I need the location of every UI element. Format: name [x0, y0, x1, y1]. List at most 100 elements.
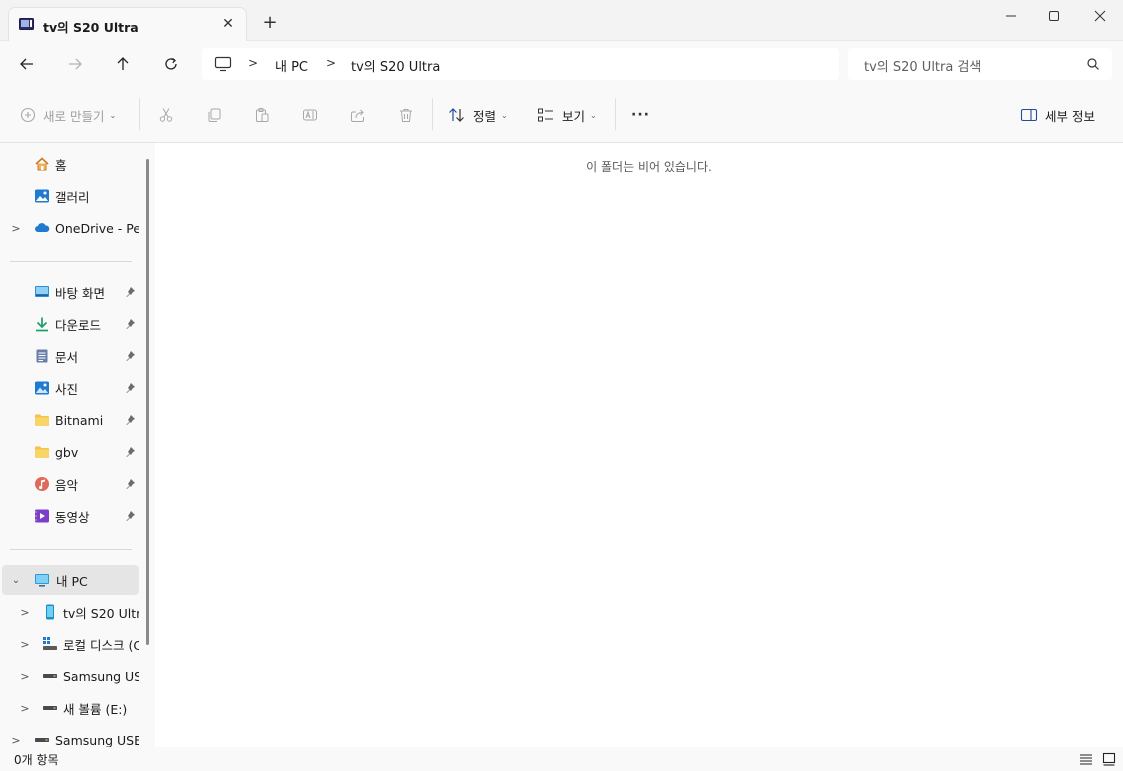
arrow-right-icon: [69, 58, 82, 70]
documents-icon: [34, 348, 50, 364]
sidebar-item-downloads[interactable]: 다운로드: [0, 309, 140, 339]
sidebar-scrollbar[interactable]: [146, 159, 149, 645]
pin-icon[interactable]: [124, 446, 136, 458]
breadcrumb-item[interactable]: tv의 S20 Ultra: [351, 56, 440, 75]
chevron-right-icon[interactable]: >: [20, 670, 30, 683]
drive-icon: [42, 700, 58, 716]
details-pane-label: 세부 정보: [1045, 108, 1095, 124]
pin-icon[interactable]: [124, 478, 136, 490]
pin-icon[interactable]: [124, 510, 136, 522]
item-count: 0개 항목: [14, 753, 59, 767]
sidebar-item-home[interactable]: 홈: [0, 149, 140, 179]
details-view-button[interactable]: [1078, 751, 1094, 767]
pin-icon[interactable]: [124, 318, 136, 330]
search-input[interactable]: tv의 S20 Ultra 검색: [864, 56, 981, 75]
music-icon: [34, 476, 50, 492]
sidebar-item-pictures[interactable]: 사진: [0, 373, 140, 403]
sidebar-item-onedrive[interactable]: > OneDrive - Pers: [0, 213, 140, 243]
sidebar-item-label: 다운로드: [55, 317, 102, 333]
paste-button[interactable]: [251, 104, 273, 126]
more-icon: ···: [631, 107, 650, 123]
sidebar-item-videos[interactable]: 동영상: [0, 501, 140, 531]
rename-button[interactable]: [299, 104, 321, 126]
sidebar-item-phone[interactable]: > tv의 S20 Ultra: [0, 597, 140, 627]
refresh-button[interactable]: [159, 53, 183, 75]
back-button[interactable]: [15, 53, 39, 75]
sidebar-item-samsung-usb[interactable]: > Samsung USB: [0, 661, 140, 691]
details-pane-button[interactable]: 세부 정보: [1020, 103, 1095, 127]
close-window-button[interactable]: [1077, 4, 1123, 28]
arrow-left-icon: [20, 58, 33, 70]
sidebar-item-label: 음악: [55, 477, 79, 493]
share-button[interactable]: [347, 104, 369, 126]
sidebar-item-desktop[interactable]: 바탕 화면: [0, 277, 140, 307]
sidebar-item-label: 사진: [55, 381, 79, 397]
details-pane-icon: [1020, 108, 1038, 122]
sidebar-item-label: Bitnami: [55, 412, 104, 428]
search-icon[interactable]: [1086, 57, 1100, 71]
pin-icon[interactable]: [124, 286, 136, 298]
sidebar-item-this-pc[interactable]: ⌄ 내 PC: [2, 565, 139, 595]
sidebar-divider: [10, 549, 132, 550]
pin-icon[interactable]: [124, 350, 136, 362]
computer-icon: [214, 56, 232, 72]
chevron-right-icon[interactable]: >: [248, 56, 258, 70]
chevron-down-icon: ⌄: [590, 110, 597, 120]
sidebar-item-local-disk[interactable]: > 로컬 디스크 (C: [0, 629, 140, 659]
pictures-icon: [34, 380, 50, 396]
file-list-area[interactable]: 이 폴더는 비어 있습니다.: [155, 143, 1123, 747]
tab-title: tv의 S20 Ultra: [43, 20, 139, 35]
folder-icon: [34, 412, 50, 428]
delete-button[interactable]: [395, 104, 417, 126]
chevron-right-icon[interactable]: >: [20, 638, 30, 651]
folder-icon: [34, 444, 50, 460]
view-button[interactable]: 보기 ⌄: [537, 103, 597, 127]
chevron-right-icon[interactable]: >: [11, 734, 21, 747]
maximize-icon: [1049, 11, 1059, 21]
search-box[interactable]: tv의 S20 Ultra 검색: [848, 48, 1112, 80]
phone-icon: [42, 604, 58, 620]
chevron-right-icon[interactable]: >: [11, 222, 21, 235]
breadcrumb-item[interactable]: 내 PC: [275, 56, 308, 75]
sidebar-item-gbv[interactable]: gbv: [0, 437, 140, 467]
videos-icon: [34, 508, 50, 524]
sort-button[interactable]: 정렬 ⌄: [448, 103, 508, 127]
sidebar-item-label: 갤러리: [55, 189, 90, 205]
close-icon: [1094, 10, 1106, 22]
sidebar-item-gallery[interactable]: 갤러리: [0, 181, 140, 211]
more-options-button[interactable]: ···: [631, 103, 650, 127]
sidebar-item-label: tv의 S20 Ultra: [63, 605, 139, 621]
tab-active[interactable]: tv의 S20 Ultra ✕: [8, 7, 247, 41]
toolbar-divider: [615, 98, 616, 130]
plus-circle-icon: [20, 107, 36, 123]
tiles-view-icon: [1102, 752, 1116, 766]
sidebar-item-label: 내 PC: [56, 573, 88, 589]
new-button[interactable]: 새로 만들기 ⌄: [20, 103, 116, 127]
sidebar-item-samsung-usb-root[interactable]: > Samsung USB (: [0, 725, 140, 748]
gallery-icon: [34, 188, 50, 204]
tiles-view-button[interactable]: [1101, 751, 1117, 767]
chevron-right-icon[interactable]: >: [20, 702, 30, 715]
navigation-pane[interactable]: 홈 갤러리 > OneDrive - Pers 바탕 화면 다운로드 문서: [0, 143, 155, 747]
sidebar-item-label: 홈: [55, 157, 67, 173]
sidebar-item-music[interactable]: 음악: [0, 469, 140, 499]
chevron-right-icon[interactable]: >: [326, 56, 336, 70]
pin-icon[interactable]: [124, 414, 136, 426]
title-bar: tv의 S20 Ultra ✕ +: [0, 0, 1123, 41]
sidebar-item-bitnami[interactable]: Bitnami: [0, 405, 140, 435]
command-bar: 새로 만들기 ⌄ 정렬 ⌄ 보기 ⌄ ··· 세부 정보: [0, 87, 1123, 143]
cut-button[interactable]: [155, 104, 177, 126]
up-button[interactable]: [111, 53, 135, 75]
minimize-button[interactable]: [988, 4, 1034, 28]
copy-button[interactable]: [203, 104, 225, 126]
tab-close-button[interactable]: ✕: [220, 16, 236, 32]
sidebar-item-new-volume[interactable]: > 새 볼륨 (E:): [0, 693, 140, 723]
maximize-button[interactable]: [1031, 4, 1077, 28]
chevron-down-icon[interactable]: ⌄: [11, 575, 21, 586]
address-bar[interactable]: > 내 PC > tv의 S20 Ultra: [202, 48, 839, 80]
chevron-right-icon[interactable]: >: [20, 606, 30, 619]
forward-button[interactable]: [63, 53, 87, 75]
sidebar-item-documents[interactable]: 문서: [0, 341, 140, 371]
pin-icon[interactable]: [124, 382, 136, 394]
new-tab-button[interactable]: +: [260, 14, 280, 34]
